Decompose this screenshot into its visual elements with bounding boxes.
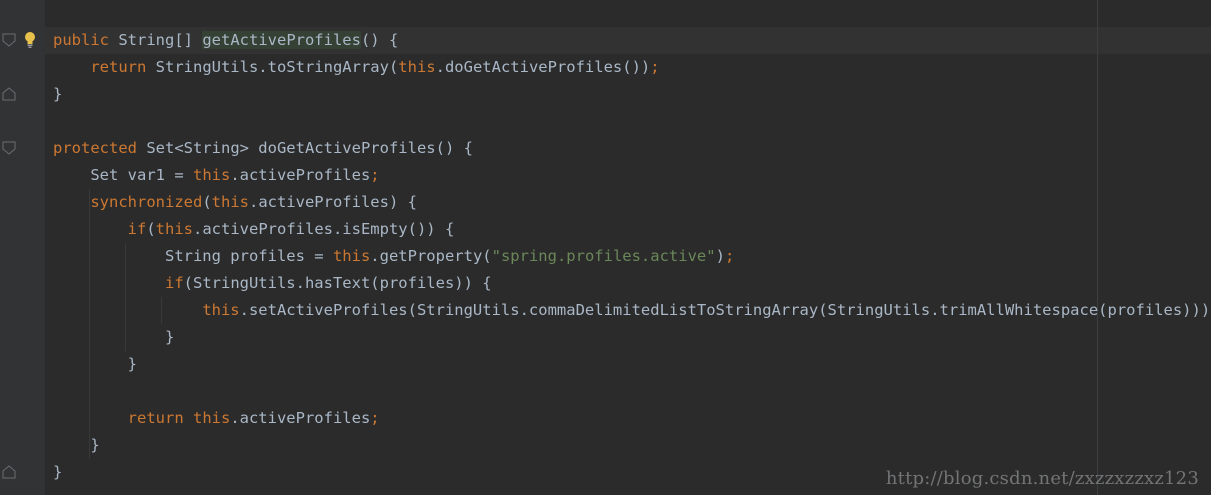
string-token: "spring.profiles.active" bbox=[491, 247, 716, 265]
code-token: } bbox=[53, 355, 137, 373]
code-line[interactable]: synchronized(this.activeProfiles) { bbox=[53, 189, 417, 216]
code-token: String profiles = bbox=[53, 247, 333, 265]
code-line[interactable]: if(this.activeProfiles.isEmpty()) { bbox=[53, 216, 455, 243]
code-token: .activeProfiles) { bbox=[248, 193, 417, 211]
keyword-token: this bbox=[202, 301, 240, 319]
keyword-token: this bbox=[192, 409, 231, 427]
code-line[interactable]: Set var1 = this.activeProfiles; bbox=[53, 162, 380, 189]
keyword-token: if bbox=[164, 274, 184, 292]
keyword-token: ; bbox=[370, 166, 380, 184]
code-token: } bbox=[53, 463, 63, 481]
code-token: ) bbox=[715, 247, 725, 265]
code-token: .activeProfiles.isEmpty()) { bbox=[193, 220, 455, 238]
keyword-token: this bbox=[192, 166, 231, 184]
keyword-token: this bbox=[155, 220, 193, 238]
code-line[interactable]: return StringUtils.toStringArray(this.do… bbox=[53, 54, 660, 81]
highlighted-identifier: getActiveProfiles bbox=[202, 31, 361, 49]
code-token: .doGetActiveProfiles()) bbox=[435, 58, 651, 76]
code-token: ( bbox=[146, 220, 156, 238]
keyword-token: return bbox=[127, 409, 193, 427]
keyword-token: synchronized bbox=[90, 193, 203, 211]
code-token: } bbox=[53, 328, 175, 346]
keyword-token: if bbox=[127, 220, 147, 238]
code-token: () { bbox=[360, 31, 399, 49]
code-line[interactable]: } bbox=[53, 81, 62, 108]
code-line[interactable]: } bbox=[53, 324, 174, 351]
code-token: .getProperty( bbox=[370, 247, 492, 265]
code-token: ( bbox=[202, 193, 212, 211]
code-line[interactable]: this.setActiveProfiles(StringUtils.comma… bbox=[53, 297, 1211, 324]
keyword-token: this bbox=[332, 247, 371, 265]
code-line[interactable]: return this.activeProfiles; bbox=[53, 405, 380, 432]
code-line[interactable]: } bbox=[53, 459, 62, 486]
code-token: } bbox=[53, 436, 100, 454]
editor-gutter[interactable] bbox=[0, 0, 45, 495]
right-margin-guide bbox=[1097, 0, 1098, 495]
keyword-token: this bbox=[211, 193, 249, 211]
watermark: http://blog.csdn.net/zxzzxzzxz123 bbox=[885, 468, 1199, 489]
keyword-token: ; bbox=[370, 409, 380, 427]
fold-end-marker-icon[interactable] bbox=[2, 87, 16, 101]
code-line[interactable]: } bbox=[53, 432, 100, 459]
code-line[interactable]: public String[] getActiveProfiles() { bbox=[53, 27, 398, 54]
code-token: Set<String> doGetActiveProfiles() { bbox=[146, 139, 473, 157]
fold-end-marker-icon[interactable] bbox=[2, 465, 16, 479]
code-token: Set var1 = bbox=[53, 166, 193, 184]
code-line[interactable]: String profiles = this.getProperty("spri… bbox=[53, 243, 734, 270]
code-token: .activeProfiles bbox=[230, 166, 371, 184]
keyword-token: public bbox=[53, 31, 119, 49]
code-token: (StringUtils.hasText(profiles)) { bbox=[183, 274, 492, 292]
code-editor[interactable]: public String[] getActiveProfiles() { re… bbox=[0, 0, 1211, 495]
code-token: String[] bbox=[118, 31, 203, 49]
fold-marker-icon[interactable] bbox=[2, 33, 16, 47]
keyword-token: ; bbox=[650, 58, 660, 76]
code-token: .activeProfiles bbox=[230, 409, 371, 427]
code-line[interactable]: } bbox=[53, 351, 137, 378]
keyword-token: protected bbox=[53, 139, 147, 157]
code-token: StringUtils.toStringArray( bbox=[155, 58, 399, 76]
code-line[interactable]: if(StringUtils.hasText(profiles)) { bbox=[53, 270, 492, 297]
keyword-token: return bbox=[90, 58, 156, 76]
code-token: } bbox=[53, 85, 63, 103]
fold-marker-icon[interactable] bbox=[2, 141, 16, 155]
keyword-token: ; bbox=[724, 247, 735, 265]
lightbulb-icon[interactable] bbox=[23, 31, 37, 49]
code-line[interactable]: protected Set<String> doGetActiveProfile… bbox=[53, 135, 473, 162]
code-token: .setActiveProfiles(StringUtils.commaDeli… bbox=[239, 301, 1211, 319]
keyword-token: this bbox=[398, 58, 436, 76]
